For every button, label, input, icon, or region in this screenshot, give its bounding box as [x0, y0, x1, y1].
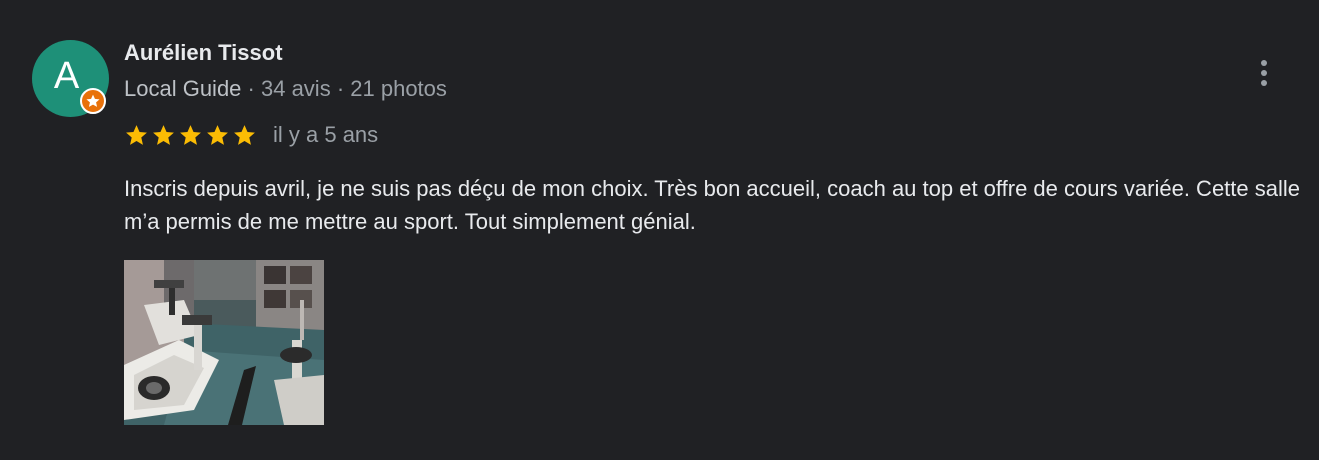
review-photo[interactable] [124, 260, 324, 425]
star-icon [126, 124, 147, 145]
avatar-initial: A [53, 55, 80, 97]
meta-separator: · [330, 76, 351, 101]
photo-count: 21 photos [350, 76, 447, 101]
gym-spin-bikes-photo [124, 260, 324, 425]
more-vert-icon[interactable] [1250, 55, 1278, 91]
review-count: 34 avis [260, 76, 331, 101]
star-icon [207, 124, 228, 145]
author-meta: Local Guide · 34 avis · 21 photos [124, 76, 447, 102]
local-guide-label: Local Guide [124, 76, 242, 101]
review-time: il y a 5 ans [273, 122, 379, 147]
star-icon [180, 124, 201, 145]
star-rating [124, 123, 257, 148]
local-guide-star-icon [80, 88, 106, 114]
review-card: A Aurélien Tissot Local Guide · 34 avis … [0, 0, 1319, 460]
meta-separator: · [241, 76, 261, 101]
star-icon [153, 124, 174, 145]
author-name[interactable]: Aurélien Tissot [124, 40, 283, 66]
review-text: Inscris depuis avril, je ne suis pas déç… [124, 176, 1301, 234]
star-icon [234, 124, 255, 145]
rating-row: il y a 5 ans [124, 120, 378, 150]
avatar[interactable]: A [32, 40, 109, 117]
